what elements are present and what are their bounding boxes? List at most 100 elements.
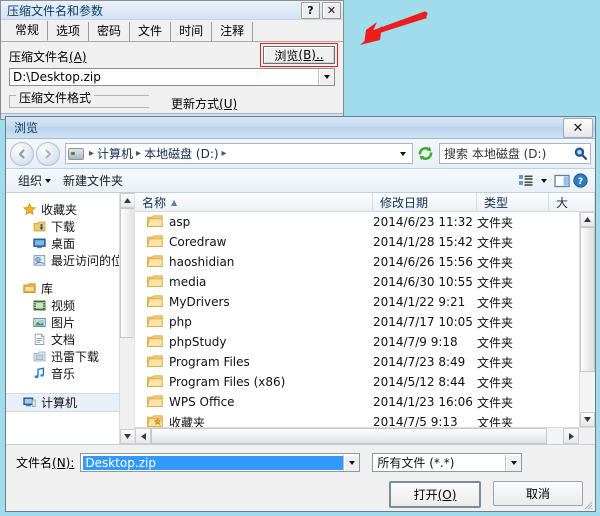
filename-input[interactable]: Desktop.zip — [83, 455, 344, 470]
sidebar-item-documents[interactable]: 文档 — [6, 331, 134, 348]
column-header-name[interactable]: 名称 ▲ — [135, 193, 373, 211]
sidebar-item-label: 桌面 — [51, 237, 76, 251]
browse-button[interactable]: 浏览 (B).. — [263, 46, 335, 64]
tab-comment[interactable]: 注释 — [212, 22, 254, 41]
breadcrumb-bar[interactable]: ▸ 计算机 ▸ 本地磁盘 (D:) ▸ — [65, 143, 413, 164]
close-icon[interactable]: ✕ — [563, 118, 593, 138]
forward-button[interactable] — [36, 141, 60, 166]
scrollbar-thumb[interactable] — [120, 208, 134, 338]
cancel-button[interactable]: 取消 — [493, 481, 583, 506]
update-mode-label-text: 更新方式 — [171, 97, 220, 111]
scroll-left-button[interactable] — [135, 428, 151, 444]
file-list-vertical-scrollbar[interactable] — [579, 212, 595, 427]
scroll-up-button[interactable] — [580, 212, 595, 227]
breadcrumb-separator-2[interactable]: ▸ — [221, 148, 228, 159]
sidebar-item-desktop[interactable]: 桌面 — [6, 235, 134, 252]
sidebar-item-thunder-download[interactable]: 迅雷下载 — [6, 348, 134, 365]
archive-name-combobox[interactable]: D:\Desktop.zip — [9, 68, 335, 86]
column-header-name-label: 名称 — [142, 195, 167, 210]
archive-format-label: 压缩文件格式 — [16, 89, 95, 106]
new-folder-button[interactable]: 新建文件夹 — [57, 171, 129, 191]
file-date: 2014/6/26 15:56 — [373, 255, 473, 269]
table-row[interactable]: Coredraw 2014/1/28 15:42 文件夹 — [135, 232, 595, 252]
tab-general[interactable]: 常规 — [7, 21, 49, 41]
table-row[interactable]: MyDrivers 2014/1/22 9:21 文件夹 — [135, 292, 595, 312]
sidebar-item-libraries[interactable]: 库 — [6, 280, 134, 297]
sidebar-item-label: 迅雷下载 — [51, 350, 100, 364]
view-list-icon[interactable] — [517, 172, 535, 190]
file-type-filter-value[interactable]: 所有文件 (*.*) — [373, 454, 505, 471]
table-row[interactable]: WPS Office 2014/1/23 16:06 文件夹 — [135, 392, 595, 412]
organize-menu-button[interactable]: 组织 — [12, 171, 57, 191]
chevron-down-icon[interactable] — [505, 454, 522, 471]
view-dropdown-icon[interactable] — [535, 172, 553, 190]
table-row[interactable]: php 2014/7/17 10:05 文件夹 — [135, 312, 595, 332]
folder-icon — [147, 355, 163, 369]
scrollbar-track[interactable] — [151, 428, 563, 444]
sidebar-item-favorites[interactable]: 收藏夹 — [6, 201, 134, 218]
sidebar-item-downloads[interactable]: 下载 — [6, 218, 134, 235]
document-icon — [32, 333, 47, 347]
table-row[interactable]: haoshidian 2014/6/26 15:56 文件夹 — [135, 252, 595, 272]
table-row[interactable]: phpStudy 2014/7/9 9:18 文件夹 — [135, 332, 595, 352]
table-row[interactable]: asp 2014/6/23 11:32 文件夹 — [135, 212, 595, 232]
filename-combobox[interactable]: Desktop.zip — [80, 453, 361, 472]
folder-icon — [147, 215, 163, 229]
tab-time[interactable]: 时间 — [171, 22, 213, 41]
column-header-row: 名称 ▲ 修改日期 类型 大 — [135, 193, 595, 212]
chevron-down-icon[interactable] — [343, 454, 360, 471]
sidebar-item-recent-places[interactable]: 最近访问的位置 — [6, 252, 134, 269]
file-list[interactable]: asp 2014/6/23 11:32 文件夹 Coredraw 2014/1/… — [135, 212, 595, 427]
archive-name-label-text: 压缩文件名 — [9, 50, 70, 64]
file-date: 2014/7/17 10:05 — [373, 315, 473, 329]
winrar-archive-dialog: 压缩文件名和参数 ? ✕ 常规 选项 密码 文件 时间 注释 压缩文件名(A) … — [0, 0, 344, 120]
breadcrumb-item-computer[interactable]: 计算机 — [97, 145, 133, 162]
breadcrumb-item-drive-d[interactable]: 本地磁盘 (D:) — [144, 145, 218, 162]
file-list-horizontal-scrollbar[interactable] — [135, 427, 595, 444]
open-button-accel: (O) — [437, 487, 457, 502]
scrollbar-thumb[interactable] — [151, 428, 547, 444]
table-row[interactable]: Program Files 2014/7/23 8:49 文件夹 — [135, 352, 595, 372]
table-row[interactable]: Program Files (x86) 2014/5/12 8:44 文件夹 — [135, 372, 595, 392]
file-list-pane: 名称 ▲ 修改日期 类型 大 asp 2014/6/23 11:32 文件夹 C… — [135, 193, 595, 444]
sidebar-item-pictures[interactable]: 图片 — [6, 314, 134, 331]
column-header-type[interactable]: 类型 — [477, 193, 549, 211]
sidebar-item-videos[interactable]: 视频 — [6, 297, 134, 314]
archive-name-value[interactable]: D:\Desktop.zip — [10, 70, 318, 84]
table-row[interactable]: media 2014/6/30 10:55 文件夹 — [135, 272, 595, 292]
navigation-pane-scrollbar[interactable] — [119, 193, 134, 444]
chevron-down-icon[interactable] — [318, 69, 334, 85]
breadcrumb-separator-0[interactable]: ▸ — [88, 148, 95, 159]
scrollbar-thumb[interactable] — [580, 227, 595, 372]
tab-advanced[interactable]: 选项 — [48, 22, 90, 41]
file-type: 文件夹 — [477, 335, 514, 350]
help-icon[interactable]: ? — [571, 172, 589, 190]
breadcrumb-dropdown-icon[interactable] — [396, 151, 410, 156]
table-row[interactable]: 收藏夹 2014/7/5 9:13 文件夹 — [135, 412, 595, 427]
filename-accel: (N): — [52, 456, 75, 470]
back-button[interactable] — [10, 141, 34, 166]
file-date: 2014/1/22 9:21 — [373, 295, 466, 309]
resize-grip[interactable] — [581, 498, 593, 510]
sidebar-item-computer[interactable]: 计算机 — [6, 393, 134, 412]
search-icon[interactable] — [570, 146, 590, 161]
sidebar-item-music[interactable]: 音乐 — [6, 365, 134, 382]
scroll-down-button[interactable] — [120, 429, 134, 444]
close-button[interactable]: ✕ — [322, 1, 341, 19]
preview-pane-icon[interactable] — [553, 172, 571, 190]
help-button[interactable]: ? — [301, 1, 320, 19]
column-header-size[interactable]: 大 — [549, 193, 595, 211]
tab-files[interactable]: 文件 — [130, 22, 172, 41]
scroll-down-button[interactable] — [580, 412, 595, 427]
open-button[interactable]: 打开 (O) — [389, 481, 481, 508]
computer-icon — [22, 396, 37, 410]
scroll-right-button[interactable] — [563, 428, 579, 444]
column-header-date[interactable]: 修改日期 — [373, 193, 477, 211]
refresh-icon[interactable] — [415, 144, 435, 164]
search-box[interactable]: 搜索 本地磁盘 (D:) — [439, 143, 591, 164]
file-type-filter-combobox[interactable]: 所有文件 (*.*) — [372, 453, 523, 472]
tab-password[interactable]: 密码 — [89, 22, 131, 41]
search-input[interactable]: 搜索 本地磁盘 (D:) — [440, 145, 570, 162]
breadcrumb-separator-1[interactable]: ▸ — [135, 148, 142, 159]
scroll-up-button[interactable] — [120, 193, 134, 208]
